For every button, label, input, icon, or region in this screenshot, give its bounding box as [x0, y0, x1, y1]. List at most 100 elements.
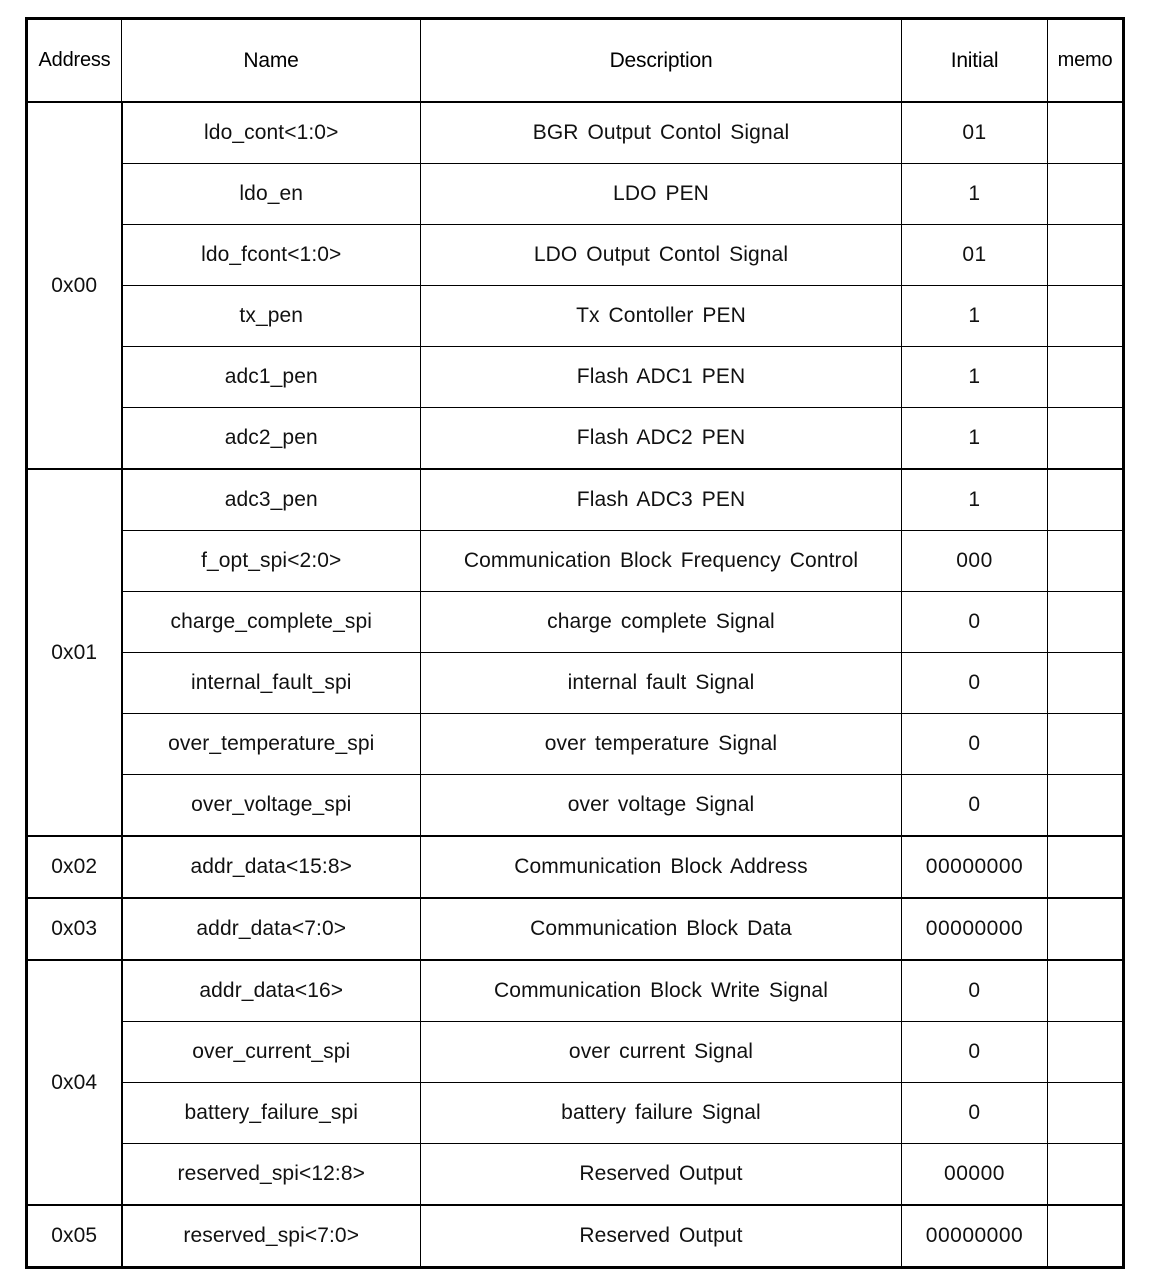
initial-value-cell: 0 [901, 774, 1048, 837]
table-row: 0x04 addr_data<16> Communication Block Wri… [26, 959, 1124, 1206]
table-header-row: Address Name Description Initial memo [26, 18, 1124, 103]
description-cell: Communication Block Frequency Control [420, 530, 902, 592]
initial-value-cell: 1 [901, 346, 1048, 408]
description-cell: Flash ADC2 PEN [420, 407, 902, 470]
description-cell: internal fault Signal [420, 652, 902, 714]
description-cell: Flash ADC1 PEN [420, 346, 902, 408]
memo-cell [1047, 407, 1124, 470]
table-row: charge_complete_spi charge complete Signa… [27, 591, 1124, 653]
initial-value-cell: 01 [901, 224, 1048, 286]
memo-cell [1047, 224, 1124, 286]
name-cell: addr_data<16> [121, 959, 421, 1022]
memo-cell [1047, 774, 1124, 837]
description-cell: Communication Block Address [420, 835, 902, 899]
name-cell: over_current_spi [121, 1021, 421, 1083]
description-cell: Reserved Output [420, 1204, 902, 1268]
name-cell: adc1_pen [121, 346, 421, 408]
initial-value-cell: 1 [901, 163, 1048, 225]
name-cell: addr_data<7:0> [121, 897, 421, 961]
initial-value-cell: 1 [901, 468, 1048, 531]
description-cell: BGR Output Contol Signal [420, 101, 902, 164]
initial-value-cell: 0 [901, 1082, 1048, 1144]
table-row: over_temperature_spi over temperature Sig… [27, 713, 1124, 775]
table-row: ldo_en LDO PEN 1 [27, 163, 1124, 225]
memo-cell [1047, 468, 1124, 531]
memo-cell [1047, 713, 1124, 775]
table-body: 0x00 ldo_cont<1:0> BGR Output Contol Signa… [26, 101, 1124, 1269]
table-row: tx_pen Tx Contoller PEN 1 [27, 285, 1124, 347]
name-cell: adc3_pen [121, 468, 421, 531]
initial-value-cell: 1 [901, 285, 1048, 347]
initial-value-cell: 0 [901, 713, 1048, 775]
column-header-address: Address [26, 18, 122, 103]
name-cell: addr_data<15:8> [121, 835, 421, 899]
initial-value-cell: 1 [901, 407, 1048, 470]
initial-value-cell: 00000000 [901, 1204, 1048, 1268]
description-cell: LDO PEN [420, 163, 902, 225]
initial-value-cell: 0 [901, 652, 1048, 714]
name-cell: ldo_en [121, 163, 421, 225]
name-cell: internal_fault_spi [121, 652, 421, 714]
table-row: adc2_pen Flash ADC2 PEN 1 [27, 407, 1124, 470]
memo-cell [1047, 101, 1124, 164]
page-root: Address Name Description Initial memo 0x… [0, 0, 1154, 1273]
name-cell: battery_failure_spi [121, 1082, 421, 1144]
column-header-description: Description [420, 18, 902, 103]
initial-value-cell: 00000000 [901, 835, 1048, 899]
memo-cell [1047, 346, 1124, 408]
column-header-initial: Initial [901, 18, 1048, 103]
table-row: battery_failure_spi battery failure Signa… [27, 1082, 1124, 1144]
description-cell: Flash ADC3 PEN [420, 468, 902, 531]
name-cell: over_temperature_spi [121, 713, 421, 775]
name-cell: reserved_spi<12:8> [121, 1143, 421, 1206]
initial-value-cell: 00000000 [901, 897, 1048, 961]
address-cell: 0x03 [26, 897, 123, 961]
name-cell: reserved_spi<7:0> [121, 1204, 421, 1268]
address-cell: 0x02 [26, 835, 123, 899]
name-cell: adc2_pen [121, 407, 421, 470]
address-cell: 0x04 [26, 959, 123, 1206]
table-row: 0x01 adc3_pen Flash ADC3 PEN 1 [26, 468, 1124, 837]
column-header-name: Name [121, 18, 421, 103]
table-row: over_current_spi over current Signal 0 [27, 1021, 1124, 1083]
initial-value-cell: 01 [901, 101, 1048, 164]
memo-cell [1047, 652, 1124, 714]
memo-cell [1047, 530, 1124, 592]
table-row: 0x00 ldo_cont<1:0> BGR Output Contol Signa… [26, 101, 1124, 470]
description-cell: over voltage Signal [420, 774, 902, 837]
description-cell: over current Signal [420, 1021, 902, 1083]
description-cell: LDO Output Contol Signal [420, 224, 902, 286]
name-cell: ldo_cont<1:0> [121, 101, 421, 164]
memo-cell [1047, 959, 1124, 1022]
memo-cell [1047, 1143, 1124, 1206]
table-row: 0x03 addr_data<7:0> Communication Block Da… [26, 897, 1124, 961]
table-row: ldo_fcont<1:0> LDO Output Contol Signal 01 [27, 224, 1124, 286]
memo-cell [1047, 1204, 1124, 1268]
table-row: reserved_spi<12:8> Reserved Output 00000 [27, 1143, 1124, 1206]
initial-value-cell: 000 [901, 530, 1048, 592]
initial-value-cell: 0 [901, 591, 1048, 653]
description-cell: Tx Contoller PEN [420, 285, 902, 347]
memo-cell [1047, 285, 1124, 347]
name-cell: tx_pen [121, 285, 421, 347]
memo-cell [1047, 1021, 1124, 1083]
name-cell: over_voltage_spi [121, 774, 421, 837]
description-cell: battery failure Signal [420, 1082, 902, 1144]
memo-cell [1047, 897, 1124, 961]
address-cell: 0x00 [26, 101, 123, 470]
table-row: 0x05 reserved_spi<7:0> Reserved Output 0000… [26, 1204, 1124, 1269]
description-cell: Communication Block Data [420, 897, 902, 961]
memo-cell [1047, 591, 1124, 653]
memo-cell [1047, 163, 1124, 225]
table-header: Address Name Description Initial memo [26, 18, 1124, 103]
table-row: over_voltage_spi over voltage Signal 0 [27, 774, 1124, 837]
initial-value-cell: 00000 [901, 1143, 1048, 1206]
memo-cell [1047, 1082, 1124, 1144]
address-cell: 0x01 [26, 468, 123, 837]
table-row: 0x02 addr_data<15:8> Communication Block A… [26, 835, 1124, 899]
table-row: internal_fault_spi internal fault Signal 0 [27, 652, 1124, 714]
description-cell: over temperature Signal [420, 713, 902, 775]
initial-value-cell: 0 [901, 959, 1048, 1022]
description-cell: charge complete Signal [420, 591, 902, 653]
description-cell: Reserved Output [420, 1143, 902, 1206]
